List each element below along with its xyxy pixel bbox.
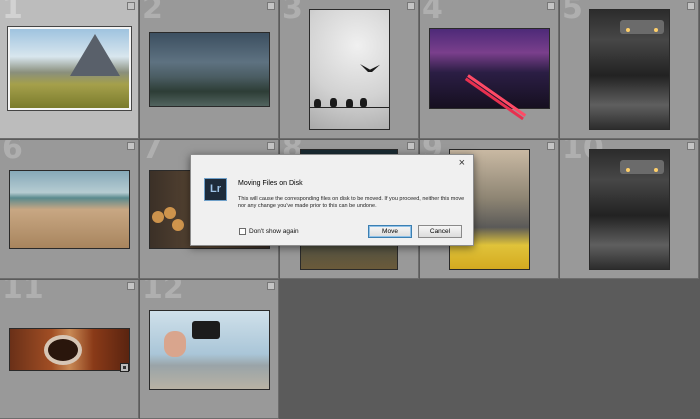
close-icon[interactable]: × (459, 157, 465, 169)
flag-icon[interactable] (547, 2, 555, 10)
dont-show-again-checkbox[interactable]: Don't show again (239, 228, 299, 235)
grid-cell-6[interactable]: 6 (0, 140, 139, 279)
cell-number: 7 (142, 140, 163, 166)
flag-icon[interactable] (267, 2, 275, 10)
grid-cell-12[interactable]: 12 (140, 280, 279, 419)
dialog-title: Moving Files on Disk (238, 180, 303, 187)
flag-icon[interactable] (127, 142, 135, 150)
thumbnail-camera-hand[interactable] (149, 310, 270, 390)
cell-number: 2 (142, 0, 163, 26)
checkbox-label: Don't show again (249, 228, 299, 235)
thumbnail-beach[interactable] (9, 170, 130, 249)
thumbnail-city-night[interactable] (429, 28, 550, 117)
flag-icon[interactable] (127, 282, 135, 290)
grid-cell-1[interactable]: 1 (0, 0, 139, 139)
grid-cell-11[interactable]: 11 (0, 280, 139, 419)
thumbnail-mountain[interactable] (8, 27, 131, 110)
grid-cell-10[interactable]: 10 (560, 140, 699, 279)
lightroom-logo-icon: Lr (204, 178, 227, 201)
grid-cell-2[interactable]: 2 (140, 0, 279, 139)
cancel-button[interactable]: Cancel (418, 225, 462, 238)
thumbnail-tram-copy[interactable] (589, 149, 670, 270)
flag-icon[interactable] (407, 142, 415, 150)
flag-icon[interactable] (407, 2, 415, 10)
flag-icon[interactable] (267, 142, 275, 150)
thumbnail-tram[interactable] (589, 9, 670, 130)
flag-icon[interactable] (547, 142, 555, 150)
flag-icon[interactable] (267, 282, 275, 290)
cell-number: 3 (282, 0, 303, 26)
moving-files-dialog: × Lr Moving Files on Disk This will caus… (190, 154, 474, 246)
dialog-message: This will cause the corresponding files … (238, 196, 465, 209)
thumbnail-birds[interactable] (309, 9, 390, 130)
cell-number: 12 (142, 280, 184, 306)
move-button[interactable]: Move (368, 225, 412, 238)
cell-number: 4 (422, 0, 443, 26)
cell-number: 5 (562, 0, 583, 26)
metadata-badge-icon[interactable] (120, 363, 129, 372)
cell-number: 6 (2, 140, 23, 166)
grid-cell-4[interactable]: 4 (420, 0, 559, 139)
grid-cell-5[interactable]: 5 (560, 0, 699, 139)
checkbox-box[interactable] (239, 228, 246, 235)
flag-icon[interactable] (687, 142, 695, 150)
grid-cell-3[interactable]: 3 (280, 0, 419, 139)
flag-icon[interactable] (127, 2, 135, 10)
flag-icon[interactable] (687, 2, 695, 10)
cell-number: 1 (2, 0, 23, 26)
cell-number: 11 (2, 280, 44, 306)
thumbnail-lake[interactable] (149, 32, 270, 107)
thumbnail-animal-eye[interactable] (9, 328, 130, 371)
